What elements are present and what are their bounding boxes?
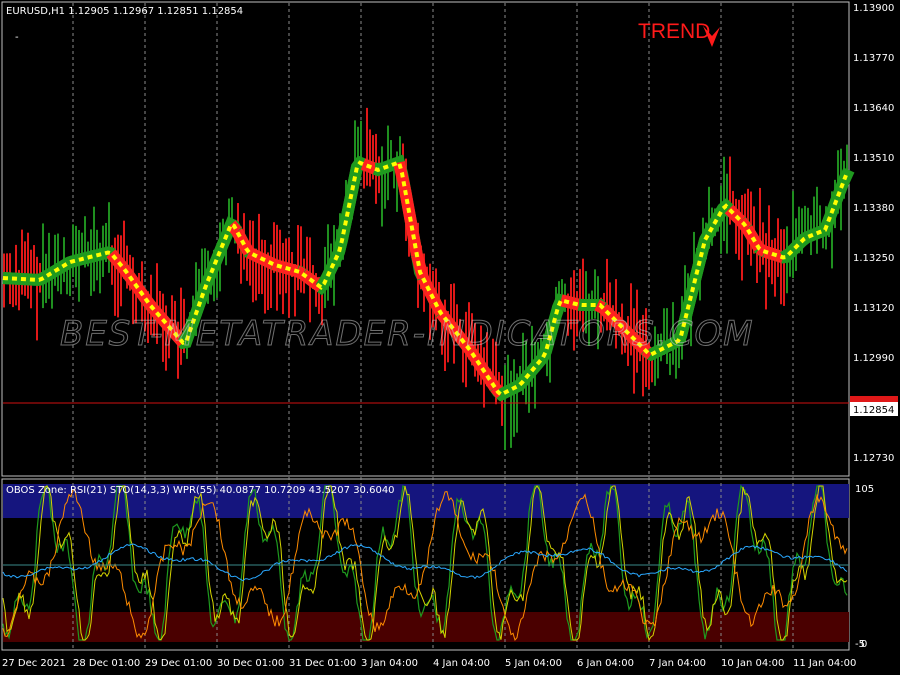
current-price-label: 1.12854 bbox=[853, 405, 894, 416]
chart-marker-dash: - bbox=[15, 32, 19, 43]
time-label: 6 Jan 04:00 bbox=[577, 658, 634, 669]
price-tick: 1.13250 bbox=[853, 253, 894, 264]
osc-zero-label: 0 bbox=[861, 639, 867, 650]
price-tick: 1.13770 bbox=[853, 53, 894, 64]
price-tick: 1.13900 bbox=[853, 3, 894, 14]
price-tick: 1.12990 bbox=[853, 353, 894, 364]
price-tick: 1.13640 bbox=[853, 103, 894, 114]
price-axis: 1.13900 1.13770 1.13640 1.13510 1.13380 … bbox=[850, 3, 898, 464]
price-tick: 1.12730 bbox=[853, 453, 894, 464]
time-label: 7 Jan 04:00 bbox=[649, 658, 706, 669]
time-label: 30 Dec 01:00 bbox=[217, 658, 284, 669]
rsi-line bbox=[2, 543, 848, 582]
price-tick: 1.13120 bbox=[853, 303, 894, 314]
chart-window[interactable]: BEST-METATRADER-INDICATORS.COM EURUSD,H1… bbox=[0, 0, 900, 675]
chart-canvas[interactable]: BEST-METATRADER-INDICATORS.COM EURUSD,H1… bbox=[0, 0, 900, 675]
watermark-text: BEST-METATRADER-INDICATORS.COM bbox=[60, 314, 755, 354]
time-label: 11 Jan 04:00 bbox=[793, 658, 856, 669]
time-label: 28 Dec 01:00 bbox=[73, 658, 140, 669]
time-label: 5 Jan 04:00 bbox=[505, 658, 562, 669]
time-label: 27 Dec 2021 bbox=[2, 658, 66, 669]
symbol-info: EURUSD,H1 1.12905 1.12967 1.12851 1.1285… bbox=[6, 6, 243, 17]
ma-segment bbox=[687, 262, 705, 290]
time-label: 3 Jan 04:00 bbox=[361, 658, 418, 669]
trend-logo: TREND bbox=[638, 20, 710, 43]
ma-core-line bbox=[2, 159, 848, 397]
price-tick: 1.13380 bbox=[853, 203, 894, 214]
time-label: 29 Dec 01:00 bbox=[145, 658, 212, 669]
time-label: 4 Jan 04:00 bbox=[433, 658, 490, 669]
time-label: 31 Dec 01:00 bbox=[289, 658, 356, 669]
trend-ma-line bbox=[2, 154, 855, 402]
oscillator-header: OBOS Zone: RSI(21) STO(14,3,3) WPR(55) 4… bbox=[6, 485, 395, 496]
oversold-zone bbox=[3, 612, 849, 642]
time-axis: 27 Dec 2021 28 Dec 01:00 29 Dec 01:00 30… bbox=[2, 658, 856, 669]
price-tick: 1.13510 bbox=[853, 153, 894, 164]
current-price-badge-top bbox=[850, 396, 898, 402]
osc-top-label: 105 bbox=[855, 484, 874, 495]
time-label: 10 Jan 04:00 bbox=[721, 658, 784, 669]
